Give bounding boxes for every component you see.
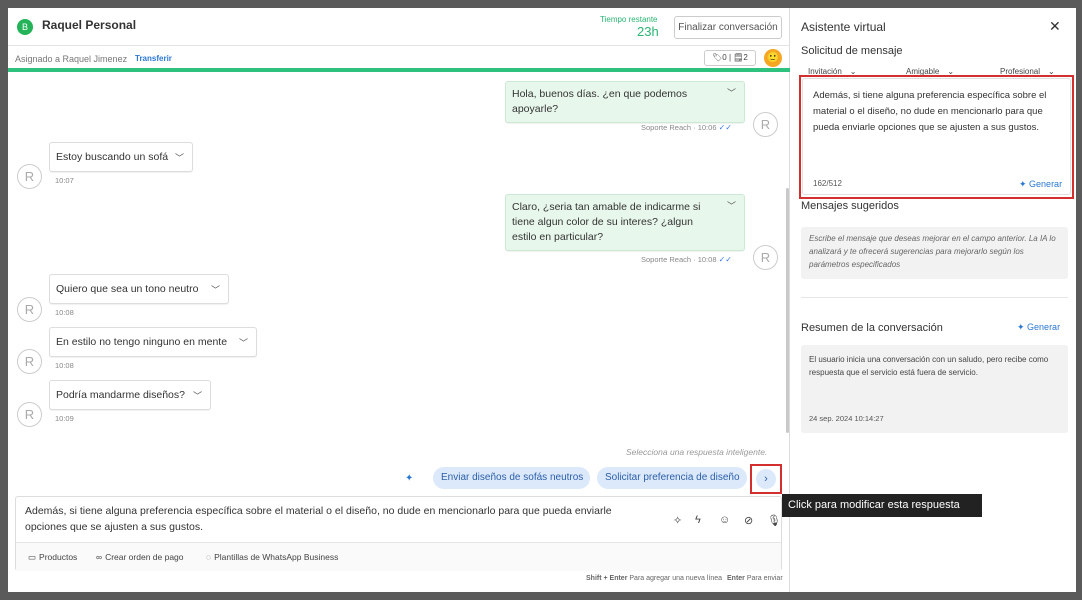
message-time: 10:07 — [55, 176, 74, 185]
message-text: Quiero que sea un tono neutro — [56, 283, 199, 295]
sparkle-icon[interactable]: ✧ — [673, 514, 682, 527]
chat-header: B Raquel Personal Tiempo restante 23h Fi… — [8, 8, 790, 46]
note-count: 2 — [743, 53, 748, 62]
lightning-icon[interactable]: ϟ — [695, 514, 701, 526]
chevron-down-icon[interactable]: ﹀ — [175, 151, 184, 166]
message-composer[interactable]: Además, si tiene alguna preferencia espe… — [15, 496, 782, 571]
double-check-icon: ✓✓ — [718, 123, 732, 132]
finish-conversation-button[interactable]: Finalizar conversación — [674, 16, 782, 39]
assignment-bar: Asignado a Raquel Jimenez Transferir 🏷0 … — [8, 46, 790, 72]
chevron-down-icon[interactable]: ﹀ — [211, 283, 220, 298]
message-time: 10:08 — [55, 308, 74, 317]
generate-summary-button[interactable]: ✦ Generar — [1017, 322, 1060, 333]
message-text: Podría mandarme diseños? — [56, 389, 185, 401]
request-section-title: Solicitud de mensaje — [801, 45, 903, 57]
request-text[interactable]: Además, si tiene alguna preferencia espe… — [813, 88, 1058, 136]
chevron-down-icon[interactable]: ﹀ — [727, 86, 736, 101]
avatar: R — [753, 112, 778, 137]
products-button[interactable]: ▭ Productos — [28, 552, 77, 563]
assistant-title: Asistente virtual — [801, 20, 886, 34]
message-bubble-incoming[interactable]: Estoy buscando un sofá ﹀ — [49, 142, 193, 172]
summary-text: El usuario inicia una conversación con u… — [809, 355, 1049, 377]
tooltip: Click para modificar esta respuesta — [782, 494, 982, 517]
assigned-text: Asignado a Raquel Jimenez — [15, 54, 128, 64]
scrollbar[interactable] — [786, 188, 789, 433]
message-meta: Soporte Reach · 10:08 ✓✓ — [641, 255, 732, 264]
tag-icon: 🏷 — [712, 53, 723, 62]
whatsapp-icon: ◌ — [206, 552, 212, 562]
chat-panel: B Raquel Personal Tiempo restante 23h Fi… — [8, 8, 982, 592]
divider: | — [728, 53, 732, 62]
summary-date: 24 sep. 2024 10:14:27 — [809, 414, 884, 423]
suggested-messages-placeholder: Escribe el mensaje que deseas mejorar en… — [801, 227, 1068, 279]
whatsapp-templates-button[interactable]: ◌ Plantillas de WhatsApp Business — [206, 552, 338, 562]
whatsapp-icon: B — [17, 19, 33, 35]
sparkle-icon: ✦ — [1017, 322, 1028, 332]
message-time: 10:09 — [55, 414, 74, 423]
suggested-section-title: Mensajes sugeridos — [801, 200, 899, 212]
avatar: R — [17, 402, 42, 427]
smart-reply-chip[interactable]: Solicitar preferencia de diseño — [597, 467, 747, 489]
smiley-icon[interactable]: 🙂 — [764, 49, 782, 67]
char-counter: 162/512 — [813, 179, 842, 188]
message-meta: Soporte Reach · 10:06 ✓✓ — [641, 123, 732, 132]
message-bubble-incoming[interactable]: En estilo no tengo ninguno en mente ﹀ — [49, 327, 257, 357]
tag-count: 0 — [722, 53, 727, 62]
attachment-icon[interactable]: ⊘ — [744, 514, 753, 527]
message-bubble-incoming[interactable]: Podría mandarme diseños? ﹀ — [49, 380, 211, 410]
chevron-down-icon[interactable]: ﹀ — [727, 199, 736, 214]
contact-name: Raquel Personal — [42, 18, 137, 32]
message-text: Claro, ¿seria tan amable de indicarme si… — [512, 201, 701, 243]
smart-reply-hint: Selecciona una respuesta inteligente. — [626, 447, 768, 457]
composer-text[interactable]: Además, si tiene alguna preferencia espe… — [25, 503, 645, 535]
composer-toolbar: ▭ Productos ∞ Crear orden de pago ◌ Plantil… — [16, 542, 781, 571]
smart-reply-chip[interactable]: Enviar diseños de sofás neutros — [433, 467, 590, 489]
avatar: R — [753, 245, 778, 270]
emoji-icon[interactable]: ☺ — [719, 514, 730, 526]
chevron-down-icon[interactable]: ﹀ — [239, 336, 248, 351]
message-bubble-incoming[interactable]: Quiero que sea un tono neutro ﹀ — [49, 274, 229, 304]
tag-note-counter[interactable]: 🏷0 | 🗒2 — [704, 50, 756, 66]
message-bubble-outgoing[interactable]: Hola, buenos días. ¿en que podemos apoya… — [505, 81, 745, 123]
box-icon: ▭ — [28, 552, 37, 562]
newline-shortcut-hint: Shift + Enter Para agregar una nueva lín… — [586, 575, 723, 582]
message-bubble-outgoing[interactable]: Claro, ¿seria tan amable de indicarme si… — [505, 194, 745, 251]
message-text: Estoy buscando un sofá — [56, 151, 169, 163]
message-text: En estilo no tengo ninguno en mente — [56, 336, 228, 348]
link-icon: ∞ — [96, 552, 103, 562]
message-text: Hola, buenos días. ¿en que podemos apoya… — [512, 88, 688, 115]
chevron-down-icon[interactable]: ﹀ — [193, 389, 202, 404]
timer-value: 23h — [637, 24, 659, 39]
message-request-field[interactable]: Además, si tiene alguna preferencia espe… — [802, 78, 1071, 195]
app-window: B Raquel Personal Tiempo restante 23h Fi… — [8, 8, 1076, 592]
double-check-icon: ✓✓ — [718, 255, 732, 264]
timer-label: Tiempo restante — [600, 15, 658, 24]
avatar: R — [17, 349, 42, 374]
close-icon[interactable]: ✕ — [1049, 18, 1061, 35]
payment-order-button[interactable]: ∞ Crear orden de pago — [96, 552, 184, 562]
microphone-icon[interactable]: 🎙 — [767, 514, 781, 527]
chevron-right-icon[interactable]: › — [756, 469, 776, 489]
summary-section-title: Resumen de la conversación — [801, 322, 943, 334]
generate-button[interactable]: ✦ Generar — [1019, 179, 1062, 190]
note-icon: 🗒 — [733, 53, 744, 62]
divider — [801, 297, 1068, 298]
avatar: R — [17, 164, 42, 189]
conversation-summary: El usuario inicia una conversación con u… — [801, 345, 1068, 433]
sparkle-icon: ✦ — [405, 473, 414, 484]
message-time: 10:08 — [55, 361, 74, 370]
transfer-link[interactable]: Transferir — [135, 54, 172, 63]
sparkle-icon: ✦ — [1019, 179, 1030, 189]
send-shortcut-hint: Enter Para enviar — [727, 575, 783, 582]
avatar: R — [17, 297, 42, 322]
